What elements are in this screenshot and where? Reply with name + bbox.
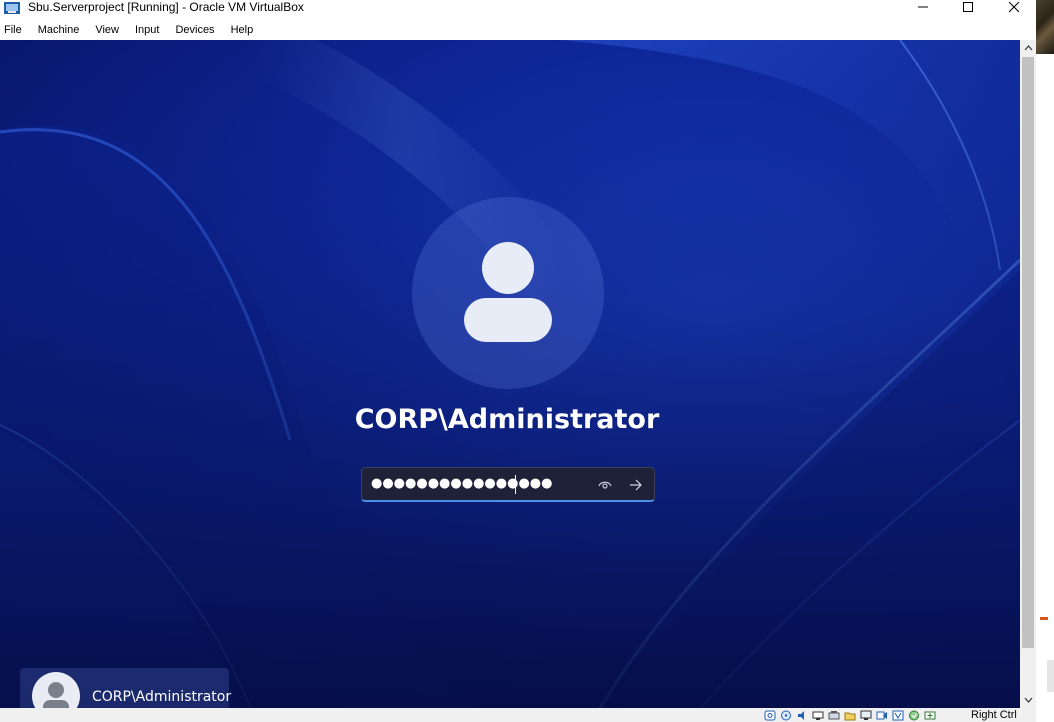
chevron-down-icon: [1024, 697, 1032, 703]
menu-file[interactable]: File: [4, 20, 30, 40]
chevron-up-icon: [1024, 45, 1032, 51]
shared-folders-icon[interactable]: [842, 709, 857, 722]
eye-icon: [598, 481, 612, 489]
mouse-integration-icon[interactable]: [906, 709, 921, 722]
menu-bar: File Machine View Input Devices Help: [0, 20, 1036, 40]
submit-button[interactable]: [626, 475, 646, 495]
password-value: ●●●●●●●●●●●●●●●●: [371, 476, 553, 491]
arrow-right-icon: [630, 479, 642, 491]
vertical-scrollbar[interactable]: [1020, 40, 1036, 708]
usb-icon[interactable]: [826, 709, 841, 722]
vt-x-icon[interactable]: [890, 709, 905, 722]
avatar-head-shape: [482, 242, 534, 294]
desktop-background-edge: [1036, 0, 1054, 722]
user-switch-tile[interactable]: CORP\Administrator: [20, 668, 232, 708]
host-key-label: Right Ctrl: [971, 709, 1017, 721]
scroll-thumb[interactable]: [1022, 57, 1034, 648]
login-username: CORP\Administrator: [354, 404, 660, 435]
optical-drive-icon[interactable]: [778, 709, 793, 722]
close-icon: [1008, 1, 1020, 13]
user-avatar-icon: [32, 672, 80, 708]
network-icon[interactable]: [810, 709, 825, 722]
maximize-icon: [963, 2, 973, 12]
scroll-up-button[interactable]: [1020, 40, 1036, 56]
desktop-item-fragment: [1040, 617, 1048, 620]
menu-devices[interactable]: Devices: [167, 20, 222, 40]
scroll-down-button[interactable]: [1020, 692, 1036, 708]
close-button[interactable]: [991, 0, 1037, 14]
device-status-icons: [762, 709, 937, 722]
reveal-password-button[interactable]: [596, 476, 614, 494]
text-caret: [515, 475, 516, 494]
avatar-body-shape: [464, 298, 552, 342]
minimize-icon: [918, 6, 928, 8]
user-avatar-large: [412, 197, 604, 389]
recording-icon[interactable]: [874, 709, 889, 722]
avatar-body-shape: [43, 700, 69, 708]
menu-help[interactable]: Help: [223, 20, 262, 40]
menu-view[interactable]: View: [87, 20, 127, 40]
avatar-head-shape: [48, 682, 64, 698]
desktop-wallpaper-fragment: [1036, 0, 1054, 54]
display-icon[interactable]: [858, 709, 873, 722]
user-tile-label: CORP\Administrator: [92, 689, 232, 705]
hard-disk-icon[interactable]: [762, 709, 777, 722]
window-title: Sbu.Serverproject [Running] - Oracle VM …: [28, 0, 304, 14]
password-input[interactable]: ●●●●●●●●●●●●●●●●: [361, 467, 655, 502]
audio-icon[interactable]: [794, 709, 809, 722]
menu-input[interactable]: Input: [127, 20, 167, 40]
window-titlebar[interactable]: Sbu.Serverproject [Running] - Oracle VM …: [0, 0, 1036, 20]
vm-display[interactable]: CORP\Administrator ●●●●●●●●●●●●●●●● CORP…: [0, 40, 1020, 708]
maximize-button[interactable]: [945, 0, 991, 14]
minimize-button[interactable]: [900, 0, 946, 14]
menu-machine[interactable]: Machine: [30, 20, 88, 40]
virtualbox-icon: [4, 1, 20, 15]
desktop-window-fragment: [1047, 660, 1054, 692]
guest-additions-icon[interactable]: [922, 709, 937, 722]
status-bar: Right Ctrl: [0, 708, 1036, 722]
